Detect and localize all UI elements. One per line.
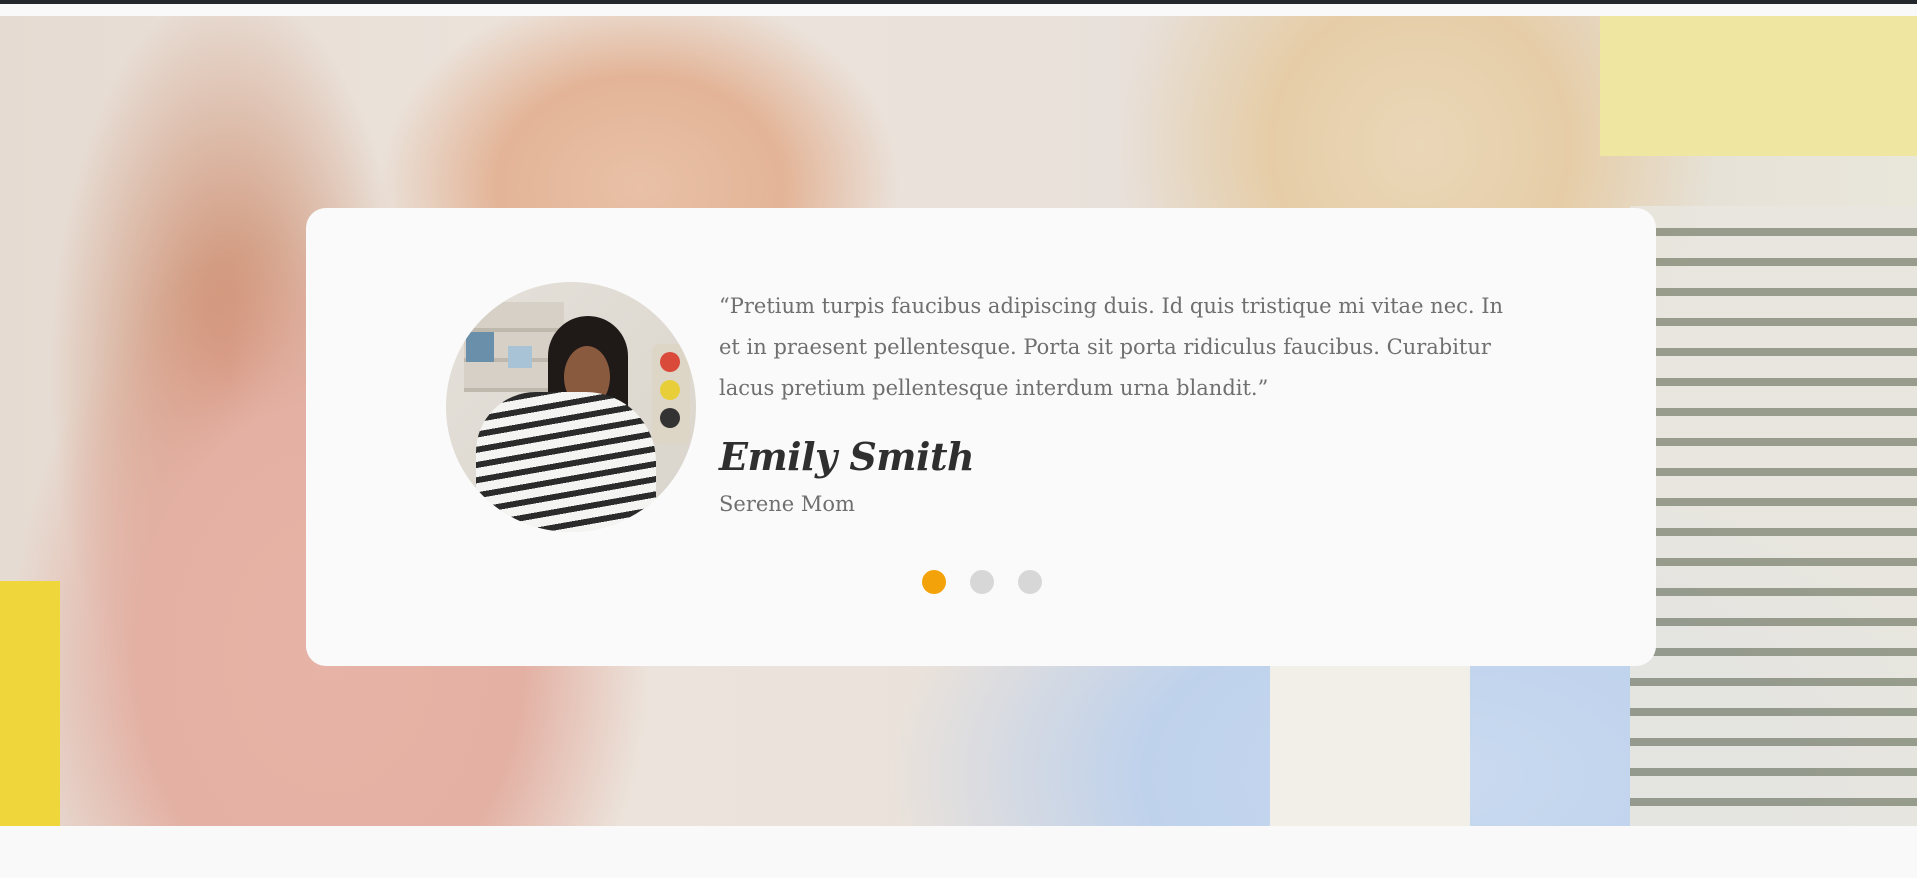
avatar-striped-shirt	[476, 392, 656, 532]
yellow-light	[660, 380, 680, 400]
off-light	[660, 408, 680, 428]
carousel-dot-3[interactable]	[1018, 570, 1042, 594]
avatar-box	[466, 332, 494, 362]
testimonial-author-name: Emily Smith	[719, 434, 975, 479]
hero-background-image: “Pretium turpis faucibus adipiscing duis…	[0, 16, 1917, 826]
red-light	[660, 352, 680, 372]
testimonial-author-role: Serene Mom	[719, 492, 855, 516]
background-blinds	[1630, 206, 1917, 826]
avatar	[446, 282, 696, 532]
carousel-pagination	[922, 570, 1042, 594]
top-bar	[0, 0, 1917, 4]
carousel-dot-2[interactable]	[970, 570, 994, 594]
background-wall-panel	[1600, 16, 1917, 156]
testimonial-card: “Pretium turpis faucibus adipiscing duis…	[306, 208, 1656, 666]
testimonial-quote: “Pretium turpis faucibus adipiscing duis…	[719, 294, 1504, 400]
avatar-box	[508, 346, 532, 368]
carousel-dot-1[interactable]	[922, 570, 946, 594]
background-yellow-object	[0, 581, 60, 826]
background-shirt	[1270, 656, 1470, 826]
